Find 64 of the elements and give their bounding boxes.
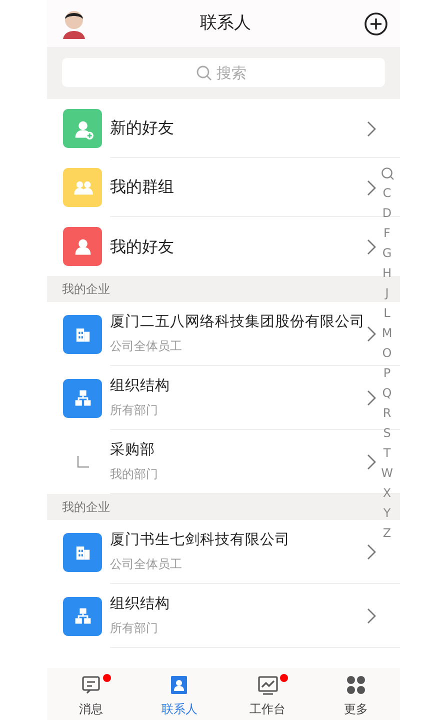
grid-icon (344, 674, 367, 696)
item-title: 组织结构 (110, 376, 171, 396)
tab[interactable]: 消息 (47, 668, 136, 720)
building-icon (63, 532, 102, 572)
index-letter[interactable]: S (376, 423, 398, 443)
index-letter[interactable]: G (376, 243, 398, 263)
index-letter[interactable]: P (376, 363, 398, 383)
item-subtitle: 所有部门 (110, 620, 159, 638)
index-letter[interactable]: Y (376, 503, 398, 523)
section-header: 我的企业 (62, 281, 110, 298)
chart-icon (256, 674, 279, 696)
item-subtitle: 我的部门 (110, 466, 159, 484)
chevron-icon (367, 390, 376, 406)
chevron-icon (367, 454, 376, 470)
avatar[interactable] (61, 8, 87, 38)
message-icon (80, 674, 102, 696)
index-letter[interactable]: F (376, 223, 398, 243)
chevron-icon (367, 180, 376, 196)
chevron-icon (367, 608, 376, 624)
chevron-icon (367, 544, 376, 560)
tree-branch-icon (76, 456, 88, 468)
add-person-icon (63, 109, 102, 148)
tab[interactable]: 工作台 (224, 668, 312, 720)
index-letter[interactable]: Z (376, 523, 398, 543)
tab[interactable]: 更多 (312, 668, 400, 720)
org-chart-icon (63, 378, 102, 418)
index-letter[interactable]: D (376, 203, 398, 223)
add-icon[interactable] (364, 12, 388, 36)
search-icon (196, 65, 212, 81)
org-chart-icon (63, 596, 102, 636)
item-title: 厦门二五八网络科技集团股份有限公司 (110, 312, 366, 332)
item-label: 新的好友 (110, 117, 175, 139)
group-icon (63, 168, 102, 207)
notification-dot (103, 674, 112, 682)
chevron-icon (367, 120, 376, 137)
index-letter[interactable]: T (376, 443, 398, 463)
item-subtitle: 公司全体员工 (110, 338, 183, 356)
item-label: 我的好友 (110, 236, 175, 258)
tab[interactable]: 联系人 (135, 668, 224, 720)
index-letter[interactable]: L (376, 303, 398, 323)
index-letter[interactable]: H (376, 263, 398, 283)
index-letter[interactable]: W (376, 463, 398, 483)
item-title: 组织结构 (110, 594, 171, 614)
building-icon (63, 314, 102, 354)
index-letter[interactable]: Q (376, 383, 398, 403)
section-header: 我的企业 (62, 499, 110, 516)
index-letter[interactable]: O (376, 343, 398, 363)
item-title: 厦门书生七剑科技有限公司 (110, 530, 291, 550)
page-title: 联系人 (200, 12, 251, 35)
item-title: 采购部 (110, 440, 156, 460)
item-subtitle: 所有部门 (110, 402, 159, 420)
notification-dot (280, 674, 288, 682)
search-icon[interactable] (380, 167, 394, 180)
index-letter[interactable]: X (376, 483, 398, 503)
person-icon (63, 227, 102, 266)
item-label: 我的群组 (110, 176, 175, 198)
index-letter[interactable]: J (376, 283, 398, 303)
index-letter[interactable]: R (376, 403, 398, 423)
item-subtitle: 公司全体员工 (110, 556, 183, 574)
search-field[interactable]: 搜索 (62, 58, 385, 87)
chevron-icon (367, 326, 376, 342)
index-letter[interactable]: C (376, 183, 398, 203)
index-letter[interactable]: M (376, 323, 398, 343)
chevron-icon (367, 239, 376, 256)
